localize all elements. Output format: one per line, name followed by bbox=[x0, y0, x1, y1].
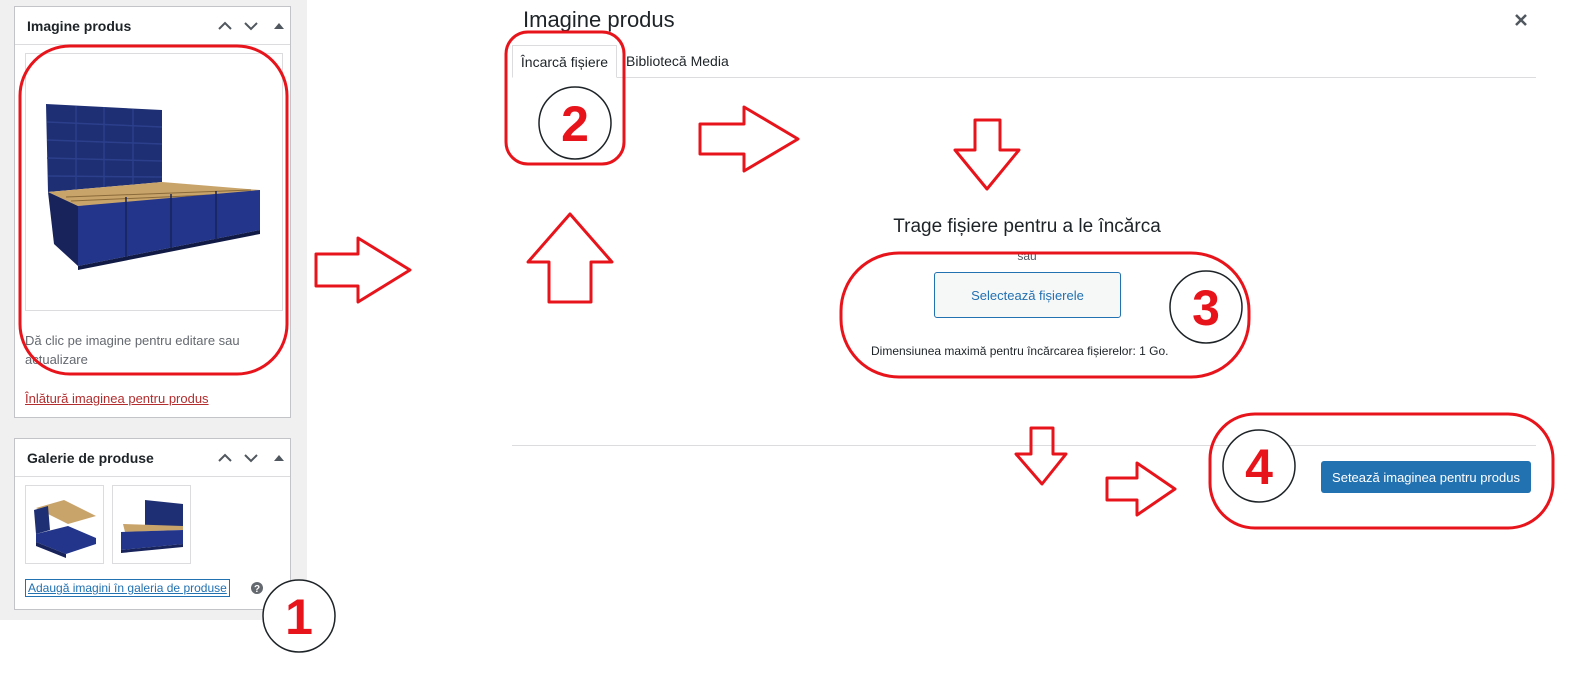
product-image-box-header: Imagine produs bbox=[15, 7, 290, 45]
product-image-thumbnail[interactable] bbox=[25, 53, 283, 311]
chevron-up-icon[interactable] bbox=[215, 16, 235, 36]
collapse-toggle-icon[interactable] bbox=[269, 448, 289, 468]
chevron-up-icon[interactable] bbox=[215, 448, 235, 468]
tab-media-library[interactable]: Bibliotecă Media bbox=[626, 53, 729, 69]
bed-lifted-image bbox=[34, 500, 96, 558]
collapse-toggle-icon[interactable] bbox=[269, 16, 289, 36]
tabs-divider bbox=[617, 77, 1536, 78]
modal-title: Imagine produs bbox=[523, 7, 675, 32]
step-3-number: 3 bbox=[1192, 280, 1220, 336]
step-4-number: 4 bbox=[1245, 439, 1273, 495]
svg-text:?: ? bbox=[254, 584, 260, 595]
product-gallery-box-title: Galerie de produse bbox=[27, 450, 154, 466]
or-text: sau bbox=[1017, 249, 1037, 263]
product-image-box-title: Imagine produs bbox=[27, 18, 132, 34]
arrow-right-icon bbox=[314, 236, 412, 304]
select-files-button[interactable]: Selectează fișierele bbox=[934, 272, 1121, 318]
image-edit-hint: Dă clic pe imagine pentru editare sau ac… bbox=[25, 333, 240, 367]
step-2-circle bbox=[538, 86, 612, 160]
gallery-thumbnail[interactable] bbox=[112, 485, 191, 564]
chevron-down-icon[interactable] bbox=[241, 448, 261, 468]
modal-tabs: Încarcă fișiere Bibliotecă Media bbox=[512, 45, 1536, 78]
modal-footer-divider bbox=[512, 445, 1536, 446]
remove-product-image-link[interactable]: Înlătură imaginea pentru produs bbox=[25, 391, 209, 406]
product-gallery-box: Galerie de produse Adaugă imagini în gal… bbox=[14, 438, 291, 610]
arrow-right-icon bbox=[698, 105, 800, 173]
arrow-down-icon bbox=[953, 118, 1021, 191]
product-image-box: Imagine produs Dă clic pe imagine pentru… bbox=[14, 6, 291, 418]
max-upload-size-text: Dimensiunea maximă pentru încărcarea fiș… bbox=[871, 344, 1169, 358]
close-icon[interactable] bbox=[1513, 12, 1529, 28]
set-product-image-button[interactable]: Setează imaginea pentru produs bbox=[1321, 461, 1531, 493]
step-2-number: 2 bbox=[561, 96, 589, 152]
arrow-up-icon bbox=[526, 212, 614, 304]
arrow-right-icon bbox=[1105, 461, 1177, 517]
drop-zone-text: Trage fișiere pentru a le încărca bbox=[893, 216, 1161, 237]
chevron-down-icon[interactable] bbox=[241, 16, 261, 36]
bed-image bbox=[121, 500, 183, 553]
add-gallery-images-link[interactable]: Adaugă imagini în galeria de produse bbox=[25, 579, 230, 597]
arrow-down-icon bbox=[1014, 426, 1068, 486]
step-4-circle bbox=[1222, 429, 1296, 503]
gallery-thumbnail[interactable] bbox=[25, 485, 104, 564]
help-icon[interactable]: ? bbox=[250, 581, 264, 595]
product-gallery-box-header: Galerie de produse bbox=[15, 439, 290, 477]
step-3-circle bbox=[1169, 270, 1243, 344]
tab-upload-files[interactable]: Încarcă fișiere bbox=[512, 45, 617, 78]
bed-image bbox=[46, 104, 260, 270]
